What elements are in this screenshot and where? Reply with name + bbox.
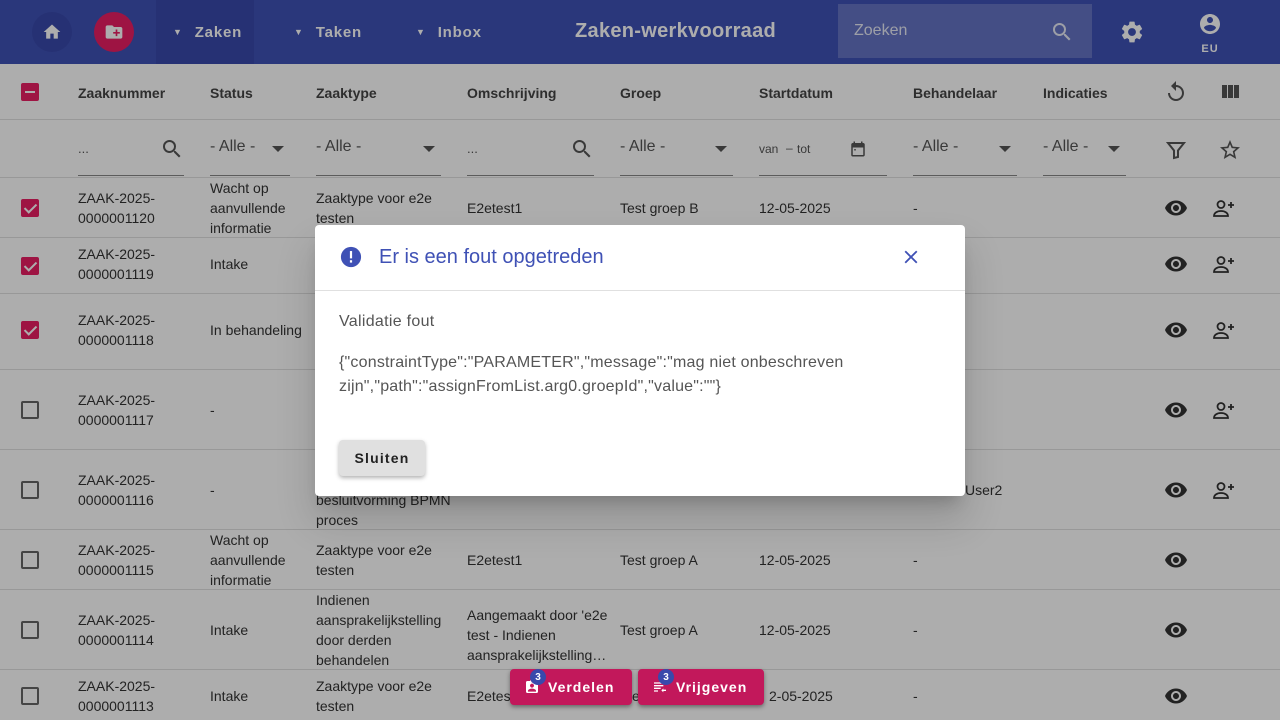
vrijgeven-button[interactable]: 3 Vrijgeven <box>638 669 764 705</box>
verdelen-button[interactable]: 3 Verdelen <box>510 669 632 705</box>
dialog-title: Er is een fout opgetreden <box>379 246 604 268</box>
close-icon[interactable] <box>900 246 922 273</box>
dialog-header: Er is een fout opgetreden <box>315 225 965 291</box>
dialog-message: {"constraintType":"PARAMETER","message":… <box>339 354 844 395</box>
error-icon <box>340 246 362 273</box>
selection-count-badge: 3 <box>658 669 674 685</box>
verdelen-label: Verdelen <box>548 679 615 695</box>
error-dialog: Er is een fout opgetreden Validatie fout… <box>315 225 965 496</box>
selection-count-badge: 3 <box>530 669 546 685</box>
dialog-subtitle: Validatie fout <box>339 313 435 330</box>
vrijgeven-label: Vrijgeven <box>676 679 748 695</box>
close-dialog-button[interactable]: Sluiten <box>339 440 425 476</box>
